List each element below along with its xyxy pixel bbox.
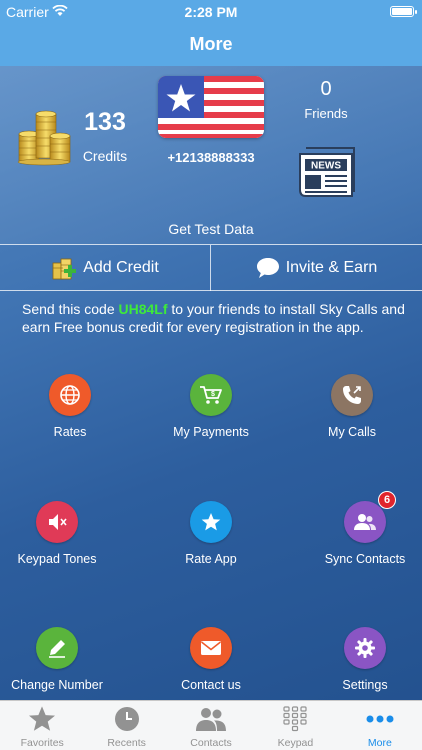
speaker-icon (49, 514, 67, 530)
tab-favorites[interactable]: Favorites (0, 701, 84, 750)
tab-bar: Favorites Recents Contacts Keypad More (0, 700, 422, 750)
star-icon (201, 513, 221, 531)
my-payments-label: My Payments (173, 425, 249, 439)
invite-prefix: Send this code (22, 301, 115, 317)
contact-us-label: Contact us (181, 678, 241, 692)
sync-contacts-circle: 6 (344, 491, 396, 543)
tab-more[interactable]: More (338, 701, 422, 750)
mail-icon (201, 641, 221, 655)
invite-message: Send this code UH84Lf to your friends to… (22, 300, 407, 336)
tab-recents[interactable]: Recents (84, 701, 168, 750)
more-icon (366, 715, 394, 723)
my-payments-button[interactable]: $ My Payments (141, 374, 281, 439)
my-payments-circle: $ (190, 374, 232, 416)
phone-icon (343, 386, 361, 404)
tab-contacts-label: Contacts (190, 737, 232, 749)
sync-contacts-button[interactable]: 6 Sync Contacts (295, 491, 422, 566)
country-flag[interactable] (158, 76, 264, 138)
rates-button[interactable]: Rates (0, 374, 140, 439)
keypad-tones-label: Keypad Tones (17, 552, 97, 566)
credits-value: 133 (84, 108, 126, 136)
my-calls-circle (331, 374, 373, 416)
settings-circle (344, 627, 386, 669)
status-bar: Carrier 2:28 PM (0, 0, 422, 24)
settings-button[interactable]: Settings (295, 627, 422, 692)
tab-keypad-label: Keypad (277, 737, 314, 749)
people-icon (354, 514, 376, 530)
invite-earn-button[interactable]: Invite & Earn (211, 245, 422, 291)
invite-code[interactable]: UH84Lf (119, 301, 168, 317)
settings-label: Settings (342, 678, 388, 692)
sync-contacts-label: Sync Contacts (324, 552, 406, 566)
rates-label: Rates (53, 425, 87, 439)
credits-label: Credits (82, 148, 128, 164)
change-number-circle (36, 627, 78, 669)
pencil-icon (49, 640, 65, 658)
keypad-tones-circle (36, 501, 78, 543)
sync-contacts-badge: 6 (378, 491, 396, 509)
clock-icon (114, 707, 139, 731)
rates-circle (49, 374, 91, 416)
cart-icon: $ (200, 386, 222, 404)
invite-earn-label: Invite & Earn (285, 259, 378, 276)
liberia-flag-icon (158, 76, 264, 138)
globe-icon (60, 385, 80, 405)
change-number-button[interactable]: Change Number (0, 627, 127, 692)
contacts-icon (196, 708, 227, 731)
change-number-label: Change Number (11, 678, 103, 692)
newspaper-icon: NEWS (299, 147, 355, 197)
tab-more-label: More (367, 737, 392, 749)
tab-recents-label: Recents (107, 737, 146, 749)
phone-number: +12138888333 (167, 150, 255, 165)
tab-contacts[interactable]: Contacts (169, 701, 253, 750)
svg-text:$: $ (211, 391, 215, 398)
rate-app-button[interactable]: Rate App (141, 501, 281, 566)
my-calls-label: My Calls (328, 425, 376, 439)
contact-us-button[interactable]: Contact us (141, 627, 281, 692)
my-calls-button[interactable]: My Calls (282, 374, 422, 439)
add-credit-button[interactable]: Add Credit (0, 245, 210, 291)
star-icon (29, 706, 56, 731)
rate-app-label: Rate App (185, 552, 237, 566)
chat-bubble-icon (256, 258, 279, 278)
friends-value: 0 (320, 78, 332, 100)
get-test-data-button[interactable]: Get Test Data (0, 221, 422, 237)
coins-icon (17, 110, 71, 166)
add-credit-label: Add Credit (83, 259, 159, 276)
friends-label: Friends (304, 106, 348, 121)
news-button[interactable]: NEWS (296, 140, 358, 202)
contact-us-circle (190, 627, 232, 669)
gear-icon (355, 638, 375, 658)
keypad-icon (283, 706, 308, 732)
action-row: Add Credit Invite & Earn (0, 244, 422, 291)
page-title: More (0, 24, 422, 66)
battery-icon (390, 6, 417, 17)
status-time: 2:28 PM (184, 4, 238, 20)
coin-plus-icon (52, 258, 77, 280)
tab-keypad[interactable]: Keypad (253, 701, 337, 750)
news-label: NEWS (311, 161, 341, 172)
rate-app-circle (190, 501, 232, 543)
tab-favorites-label: Favorites (20, 737, 64, 749)
keypad-tones-button[interactable]: Keypad Tones (0, 501, 127, 566)
